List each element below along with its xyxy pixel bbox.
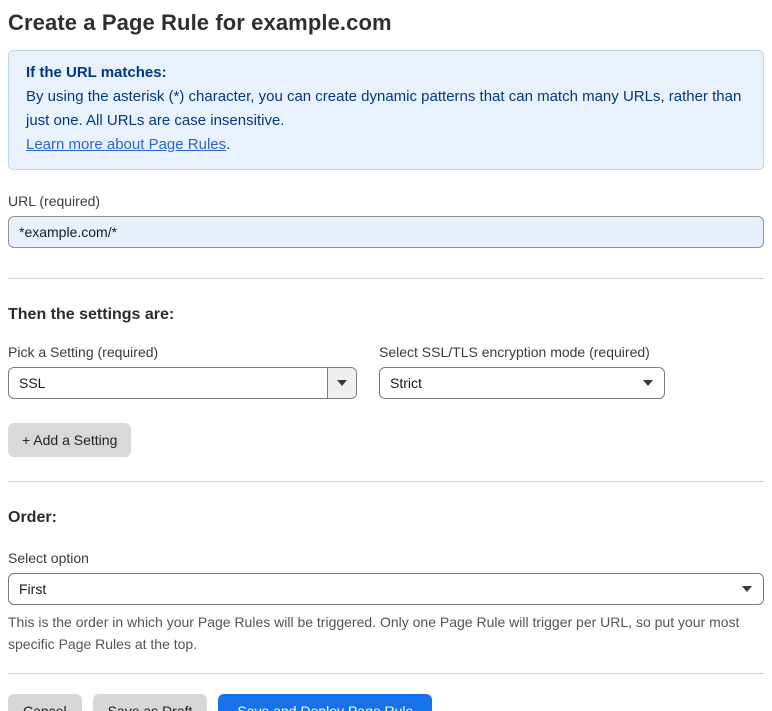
settings-section-heading: Then the settings are:: [8, 306, 175, 323]
info-box-body: By using the asterisk (*) character, you…: [26, 88, 742, 129]
dropdown-arrow-wrap: [643, 380, 664, 386]
link-suffix: .: [226, 136, 231, 153]
ssl-mode-label: Select SSL/TLS encryption mode (required…: [379, 344, 650, 360]
form-actions: Cancel Save as Draft Save and Deploy Pag…: [8, 694, 764, 711]
url-match-info-box: If the URL matches: By using the asteris…: [8, 50, 764, 170]
dropdown-arrow-wrap: [742, 586, 763, 592]
ssl-mode-value: Strict: [390, 375, 422, 391]
order-section-heading: Order:: [8, 509, 57, 526]
order-select[interactable]: First: [8, 573, 764, 605]
url-field-label: URL (required): [8, 193, 101, 209]
section-divider: [8, 481, 764, 482]
setting-picker-label: Pick a Setting (required): [8, 344, 159, 360]
ssl-mode-select[interactable]: Strict: [379, 367, 665, 399]
info-box-link-line: Learn more about Page Rules.: [26, 133, 746, 157]
order-help-text: This is the order in which your Page Rul…: [8, 614, 740, 652]
order-select-value: First: [19, 581, 47, 597]
order-select-label: Select option: [8, 550, 89, 566]
add-setting-button[interactable]: + Add a Setting: [8, 423, 132, 457]
setting-picker-value: SSL: [19, 375, 46, 391]
save-and-deploy-button[interactable]: Save and Deploy Page Rule: [218, 694, 433, 711]
setting-picker-column: Pick a Setting (required) SSL: [8, 324, 357, 399]
setting-picker-select[interactable]: SSL: [8, 367, 357, 399]
ssl-mode-column: Select SSL/TLS encryption mode (required…: [379, 324, 665, 399]
learn-more-link[interactable]: Learn more about Page Rules: [26, 136, 226, 153]
save-as-draft-button[interactable]: Save as Draft: [92, 694, 208, 711]
create-page-rule-form: Create a Page Rule for example.com If th…: [0, 0, 772, 711]
cancel-button[interactable]: Cancel: [8, 694, 82, 711]
dropdown-arrow-segment[interactable]: [327, 368, 356, 398]
info-box-heading: If the URL matches:: [26, 64, 167, 81]
settings-row: Pick a Setting (required) SSL Select SSL…: [8, 324, 764, 399]
page-title: Create a Page Rule for example.com: [8, 10, 392, 35]
chevron-down-icon: [742, 586, 752, 592]
section-divider: [8, 673, 764, 674]
chevron-down-icon: [337, 380, 347, 386]
section-divider: [8, 278, 764, 279]
url-input[interactable]: [8, 216, 764, 248]
chevron-down-icon: [643, 380, 653, 386]
